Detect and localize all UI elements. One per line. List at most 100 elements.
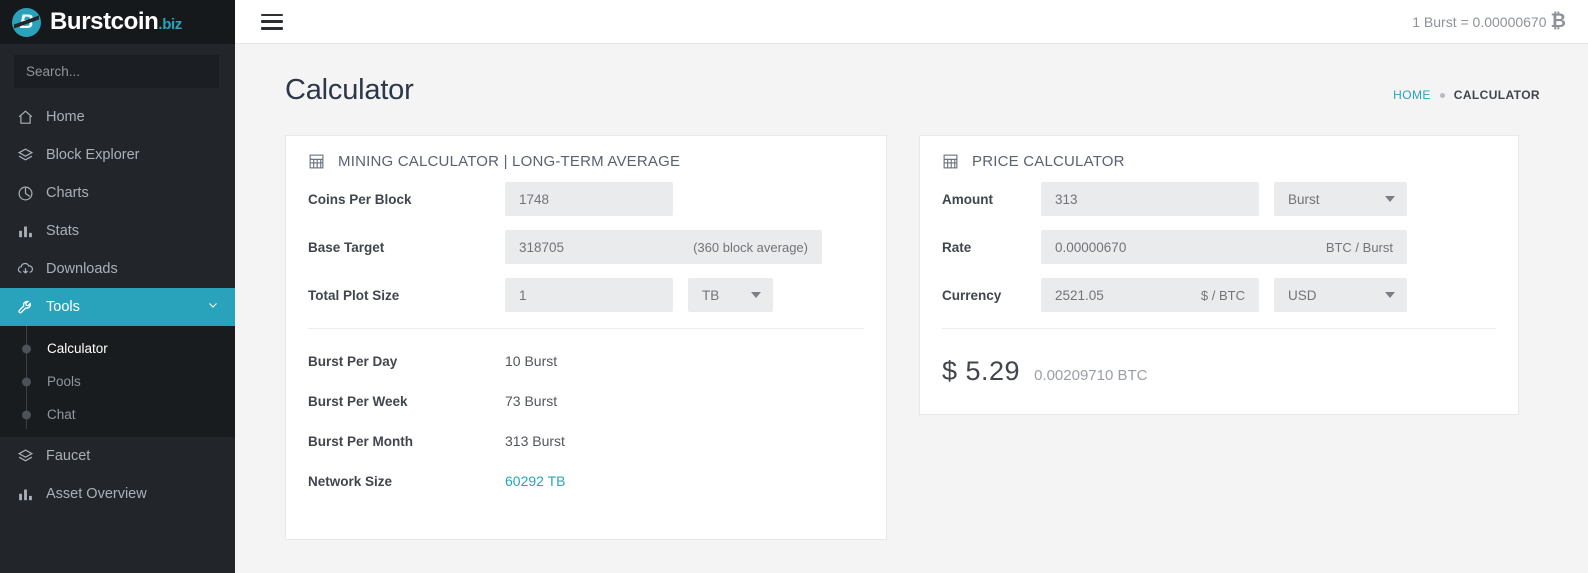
sidebar-item-block-explorer[interactable]: Block Explorer xyxy=(0,136,235,174)
sidebar-item-label: Stats xyxy=(46,223,80,239)
total-plot-size-input[interactable]: 1 xyxy=(505,278,673,312)
currency-value: 2521.05 xyxy=(1055,287,1104,303)
burst-per-month-value: 313 Burst xyxy=(505,433,565,449)
burst-per-day-row: Burst Per Day 10 Burst xyxy=(286,353,886,369)
page-title: Calculator xyxy=(285,74,414,106)
price-card-header: PRICE CALCULATOR xyxy=(920,136,1518,182)
brand-suffix: .biz xyxy=(158,16,182,33)
amount-unit-value: Burst xyxy=(1288,191,1320,207)
rate-value: 0.00000670 xyxy=(1055,239,1127,255)
burst-per-day-label: Burst Per Day xyxy=(308,353,398,369)
price-result-btc: 0.00209710 BTC xyxy=(1034,367,1148,384)
main-area: 1 Burst = 0.00000670 ₿ Calculator HOME C… xyxy=(235,0,1588,573)
plot-size-unit-value: TB xyxy=(702,287,720,303)
brand-header[interactable]: B Burstcoin.biz xyxy=(0,0,235,44)
topbar: 1 Burst = 0.00000670 ₿ xyxy=(235,0,1588,44)
currency-input[interactable]: 2521.05 $ / BTC xyxy=(1041,278,1259,312)
chevron-down-icon xyxy=(207,299,219,315)
burst-per-day-value: 10 Burst xyxy=(505,353,558,369)
amount-input[interactable]: 313 xyxy=(1041,182,1259,216)
home-icon xyxy=(16,108,34,126)
burst-per-week-row: Burst Per Week 73 Burst xyxy=(286,393,886,409)
sidebar-item-label: Asset Overview xyxy=(46,486,147,502)
base-target-label: Base Target xyxy=(308,239,385,255)
sidebar-subitem-calculator[interactable]: Calculator xyxy=(0,332,235,365)
tools-submenu: Calculator Pools Chat xyxy=(0,326,235,437)
total-plot-size-value: 1 xyxy=(519,287,527,303)
rate-input[interactable]: 0.00000670 BTC / Burst xyxy=(1041,230,1407,264)
sidebar-item-charts[interactable]: Charts xyxy=(0,174,235,212)
sidebar-subitem-pools[interactable]: Pools xyxy=(0,365,235,398)
plot-size-unit-select[interactable]: TB xyxy=(688,278,773,312)
sidebar-subitem-label: Pools xyxy=(47,374,81,389)
search-container xyxy=(0,44,235,98)
currency-unit-select[interactable]: USD xyxy=(1274,278,1407,312)
sidebar-nav: Home Block Explorer Charts Stats Downloa… xyxy=(0,98,235,513)
mining-card-divider xyxy=(308,328,864,329)
network-size-value[interactable]: 60292 TB xyxy=(505,473,565,489)
base-target-row: Base Target 318705 (360 block average) xyxy=(286,230,886,264)
coins-per-block-input[interactable]: 1748 xyxy=(505,182,673,216)
coins-per-block-value: 1748 xyxy=(519,191,550,207)
sidebar-subitem-label: Calculator xyxy=(47,341,108,356)
sidebar-item-stats[interactable]: Stats xyxy=(0,212,235,250)
amount-value: 313 xyxy=(1055,191,1078,207)
sidebar-item-asset-overview[interactable]: Asset Overview xyxy=(0,475,235,513)
breadcrumb-separator-icon xyxy=(1439,92,1445,98)
network-size-row: Network Size 60292 TB xyxy=(286,473,886,489)
sidebar-item-label: Faucet xyxy=(46,448,91,464)
burst-per-month-row: Burst Per Month 313 Burst xyxy=(286,433,886,449)
network-size-label: Network Size xyxy=(308,473,393,489)
wrench-icon xyxy=(16,298,34,316)
sidebar-item-label: Charts xyxy=(46,185,89,201)
brand-text: Burstcoin.biz xyxy=(50,8,182,36)
bar-chart-icon xyxy=(16,222,34,240)
cloud-download-icon xyxy=(16,260,34,278)
burst-per-week-label: Burst Per Week xyxy=(308,393,408,409)
layers-icon xyxy=(16,447,34,465)
price-result: $ 5.29 0.00209710 BTC xyxy=(920,356,1518,387)
breadcrumb-home[interactable]: HOME xyxy=(1393,88,1431,102)
coins-per-block-label: Coins Per Block xyxy=(308,191,412,207)
burst-per-week-value: 73 Burst xyxy=(505,393,558,409)
chevron-down-icon xyxy=(751,292,761,298)
base-target-input[interactable]: 318705 (360 block average) xyxy=(505,230,822,264)
sidebar-item-home[interactable]: Home xyxy=(0,98,235,136)
search-input[interactable] xyxy=(14,55,219,88)
bar-chart-icon xyxy=(16,485,34,503)
burstcoin-logo-icon: B xyxy=(12,7,41,37)
currency-row: Currency 2521.05 $ / BTC USD xyxy=(920,278,1518,312)
coins-per-block-row: Coins Per Block 1748 xyxy=(286,182,886,216)
sidebar-item-label: Tools xyxy=(46,299,80,315)
chevron-down-icon xyxy=(1385,292,1395,298)
burst-rate-text: 1 Burst = 0.00000670 xyxy=(1412,13,1547,30)
rate-row: Rate 0.00000670 BTC / Burst xyxy=(920,230,1518,264)
page-content: Calculator HOME CALCULATOR MINING CALCUL… xyxy=(235,44,1588,540)
base-target-suffix: (360 block average) xyxy=(693,239,808,255)
table-grid-icon xyxy=(942,153,959,170)
pie-chart-icon xyxy=(16,184,34,202)
mining-calculator-card: MINING CALCULATOR | LONG-TERM AVERAGE Co… xyxy=(285,135,887,540)
chevron-down-icon xyxy=(1385,196,1395,202)
hamburger-menu-icon[interactable] xyxy=(261,13,283,30)
rate-suffix: BTC / Burst xyxy=(1325,239,1393,255)
sidebar-subitem-chat[interactable]: Chat xyxy=(0,398,235,431)
app-root: B Burstcoin.biz Home Block Explorer xyxy=(0,0,1588,573)
currency-unit-value: USD xyxy=(1288,287,1317,303)
sidebar-subitem-label: Chat xyxy=(47,407,76,422)
base-target-value: 318705 xyxy=(519,239,565,255)
burst-rate-display: 1 Burst = 0.00000670 ₿ xyxy=(1412,11,1566,33)
sidebar-item-faucet[interactable]: Faucet xyxy=(0,437,235,475)
sidebar-item-label: Block Explorer xyxy=(46,147,140,163)
page-header: Calculator HOME CALCULATOR xyxy=(285,74,1540,107)
price-calculator-card: PRICE CALCULATOR Amount 313 Burst Rate 0… xyxy=(919,135,1519,415)
currency-label: Currency xyxy=(942,287,1002,303)
breadcrumb-current: CALCULATOR xyxy=(1453,88,1540,102)
brand-name: Burstcoin xyxy=(50,8,159,35)
sidebar-item-downloads[interactable]: Downloads xyxy=(0,250,235,288)
sidebar-item-label: Downloads xyxy=(46,261,118,277)
amount-unit-select[interactable]: Burst xyxy=(1274,182,1407,216)
price-result-fiat: $ 5.29 xyxy=(942,356,1021,386)
sidebar-item-tools[interactable]: Tools xyxy=(0,288,235,326)
sidebar: B Burstcoin.biz Home Block Explorer xyxy=(0,0,235,573)
